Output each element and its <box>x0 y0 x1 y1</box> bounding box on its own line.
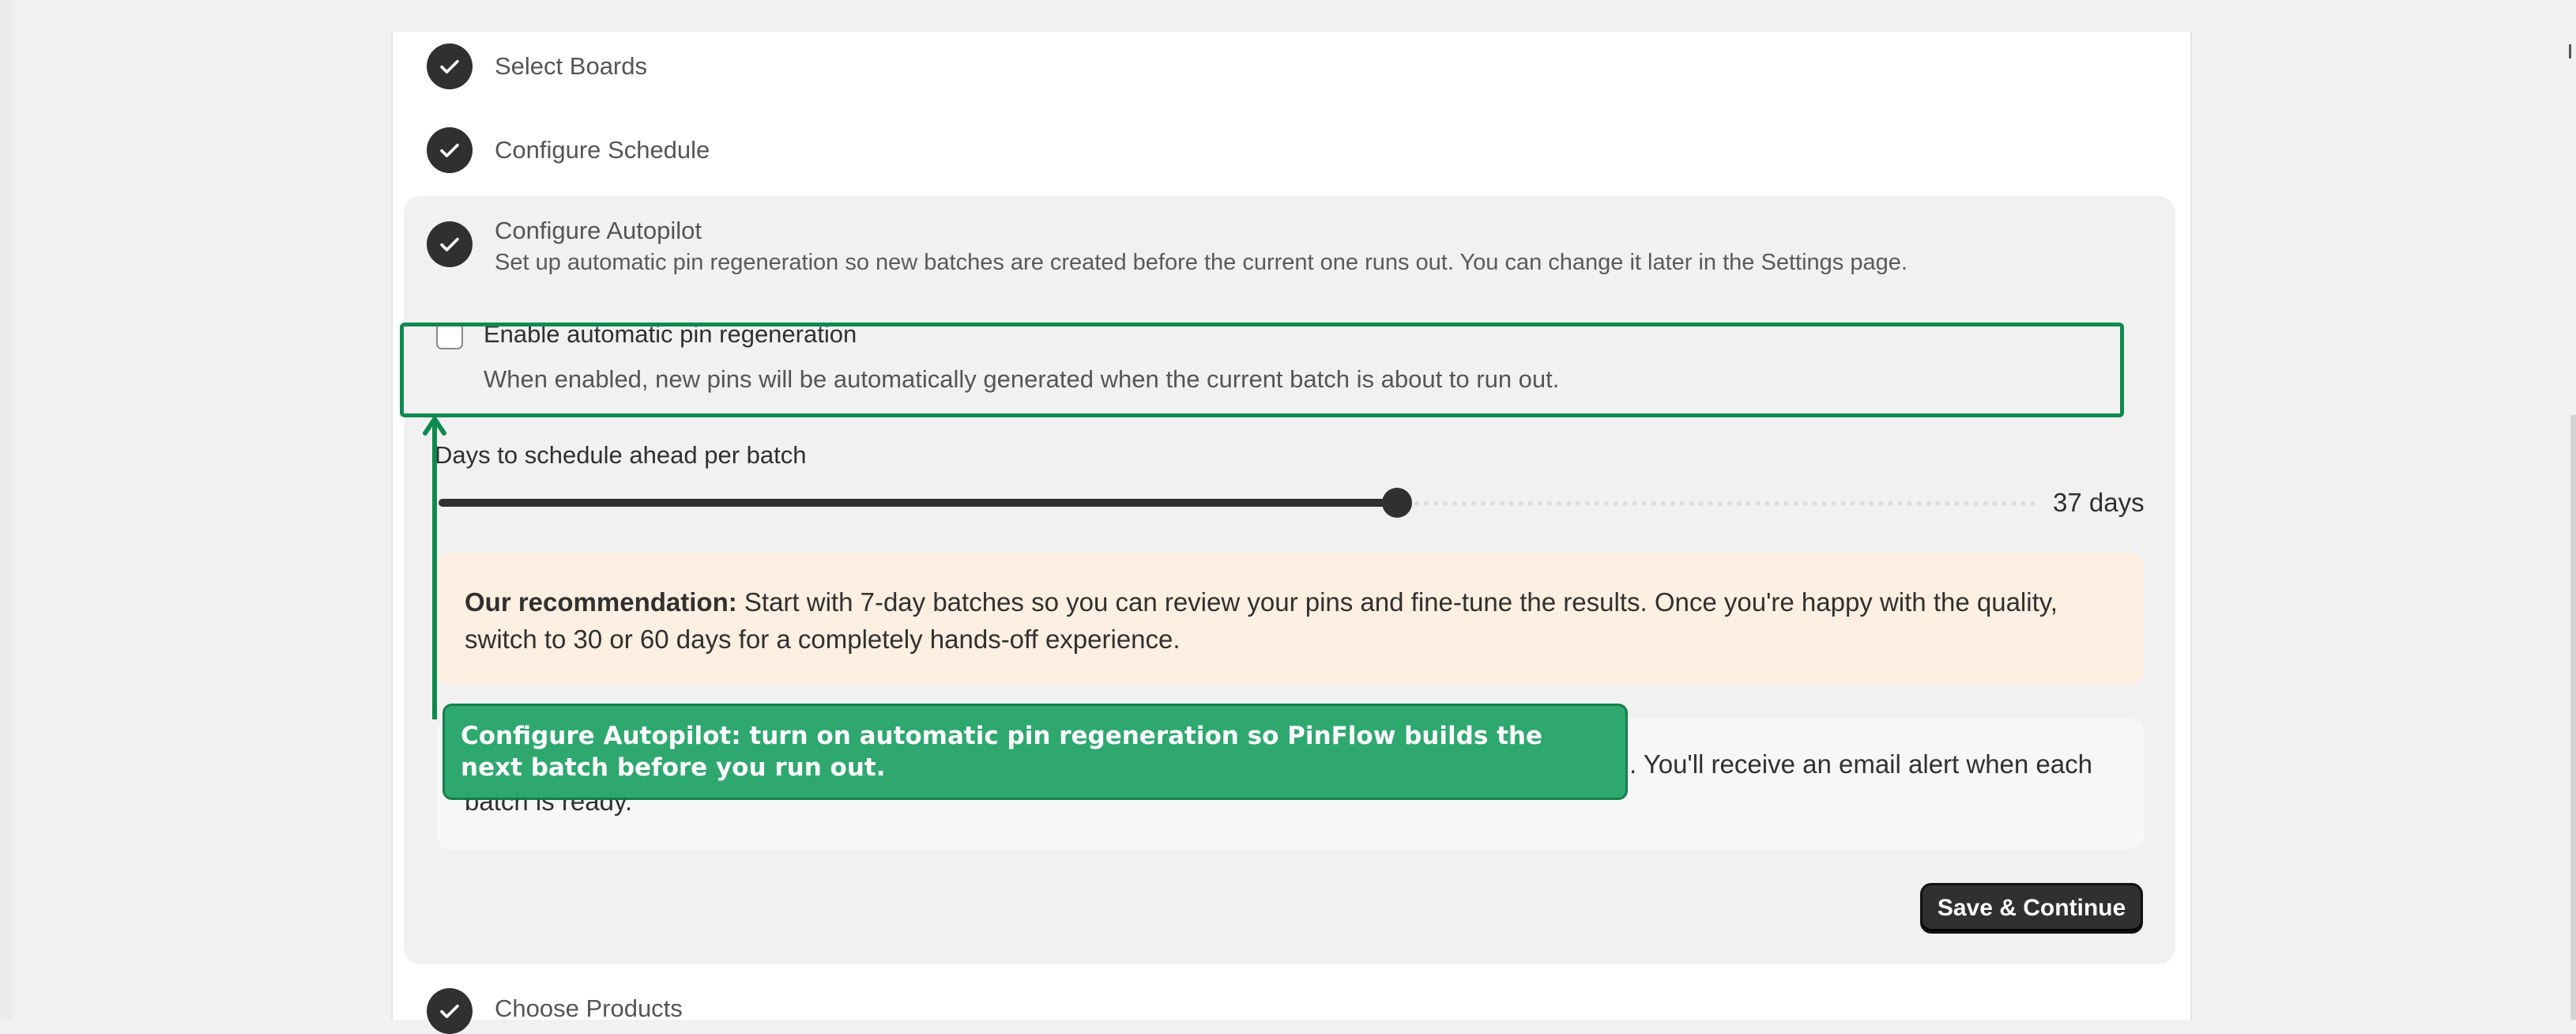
check-icon <box>427 43 473 89</box>
guide-tooltip: Configure Autopilot: turn on automatic p… <box>443 704 1628 800</box>
save-continue-button[interactable]: Save & Continue <box>1920 883 2143 934</box>
days-slider-label: Days to schedule ahead per batch <box>435 441 807 469</box>
check-icon <box>427 988 473 1034</box>
recommendation-heading: Our recommendation: <box>465 587 737 617</box>
days-slider-thumb[interactable] <box>1382 488 1413 518</box>
days-slider-fill <box>439 499 1398 507</box>
scrollbar[interactable] <box>2570 415 2576 1020</box>
autopilot-description: Set up automatic pin regeneration so new… <box>495 250 1908 275</box>
step-configure-schedule[interactable]: Configure Schedule <box>495 136 710 164</box>
step-configure-autopilot[interactable]: Configure Autopilot <box>495 217 702 245</box>
recommendation-text: Our recommendation: Start with 7-day bat… <box>465 583 2132 658</box>
step-choose-products[interactable]: Choose Products <box>495 994 683 1023</box>
highlight-frame <box>400 323 2124 417</box>
check-icon <box>427 221 473 267</box>
pointer-line <box>432 419 437 719</box>
pointer-arrow-icon <box>423 417 446 436</box>
batch-summary-line: . You'll receive an email alert when eac… <box>1629 749 2092 779</box>
left-edge <box>0 0 13 1020</box>
top-bar <box>0 0 2576 32</box>
days-slider-value: 37 days <box>2053 488 2145 517</box>
check-icon <box>427 127 473 173</box>
scroll-marker <box>2569 44 2571 58</box>
step-select-boards[interactable]: Select Boards <box>495 52 647 81</box>
